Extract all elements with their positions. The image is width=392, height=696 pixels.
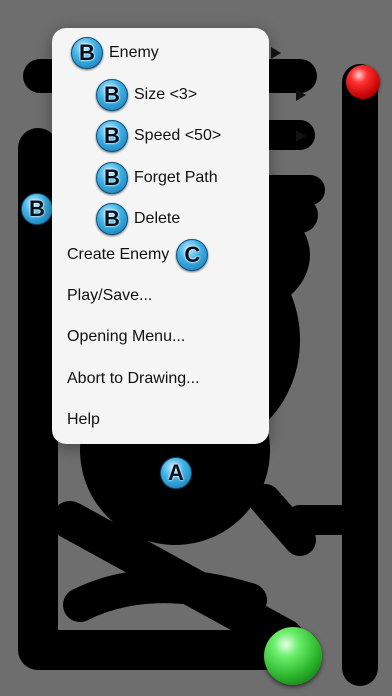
menu-item-abort-to-drawing-label: Abort to Drawing...	[67, 370, 200, 387]
goal-ball[interactable]	[346, 65, 380, 99]
menu-item-speed-label: Speed <50>	[134, 127, 222, 144]
menu-item-delete[interactable]: B Delete	[52, 199, 313, 239]
menu-item-opening-menu-label: Opening Menu...	[67, 328, 186, 345]
menu-item-opening-menu[interactable]: Opening Menu...	[52, 317, 284, 357]
size-b-badge: B	[96, 79, 128, 111]
marker-a-badge[interactable]: A	[160, 457, 192, 489]
marker-b-badge[interactable]: B	[21, 193, 53, 225]
menu-item-forget-path-label: Forget Path	[134, 169, 218, 186]
menu-item-play-save[interactable]: Play/Save...	[52, 276, 284, 316]
enemy-b-badge: B	[71, 37, 103, 69]
menu-item-play-save-label: Play/Save...	[67, 287, 153, 304]
menu-item-enemy-label: Enemy	[109, 44, 159, 61]
speed-b-badge: B	[96, 120, 128, 152]
submenu-arrow-icon	[296, 130, 306, 142]
menu-item-speed[interactable]: B Speed <50>	[52, 116, 313, 156]
submenu-arrow-icon	[271, 47, 281, 59]
forget-path-b-badge: B	[96, 162, 128, 194]
menu-item-help-label: Help	[67, 411, 100, 428]
menu-item-abort-to-drawing[interactable]: Abort to Drawing...	[52, 359, 284, 399]
delete-b-badge: B	[96, 203, 128, 235]
menu-item-create-enemy[interactable]: Create Enemy C	[52, 235, 284, 275]
menu-item-size-label: Size <3>	[134, 86, 198, 103]
submenu-arrow-icon	[296, 89, 306, 101]
menu-item-enemy[interactable]: B Enemy	[52, 33, 288, 73]
create-enemy-c-badge: C	[176, 239, 209, 271]
menu-item-forget-path[interactable]: B Forget Path	[52, 158, 313, 198]
marker-a-label: A	[168, 460, 184, 485]
menu-item-delete-label: Delete	[134, 210, 181, 227]
menu-item-help[interactable]: Help	[52, 400, 284, 440]
menu-item-create-enemy-label: Create Enemy	[67, 246, 170, 263]
player-ball[interactable]	[264, 627, 322, 685]
marker-b-label: B	[29, 196, 45, 221]
track-bottom-loop	[63, 569, 267, 622]
context-menu: B Enemy B Size <3> B Speed <50> B Forget…	[52, 28, 306, 444]
menu-item-size[interactable]: B Size <3>	[52, 75, 313, 115]
